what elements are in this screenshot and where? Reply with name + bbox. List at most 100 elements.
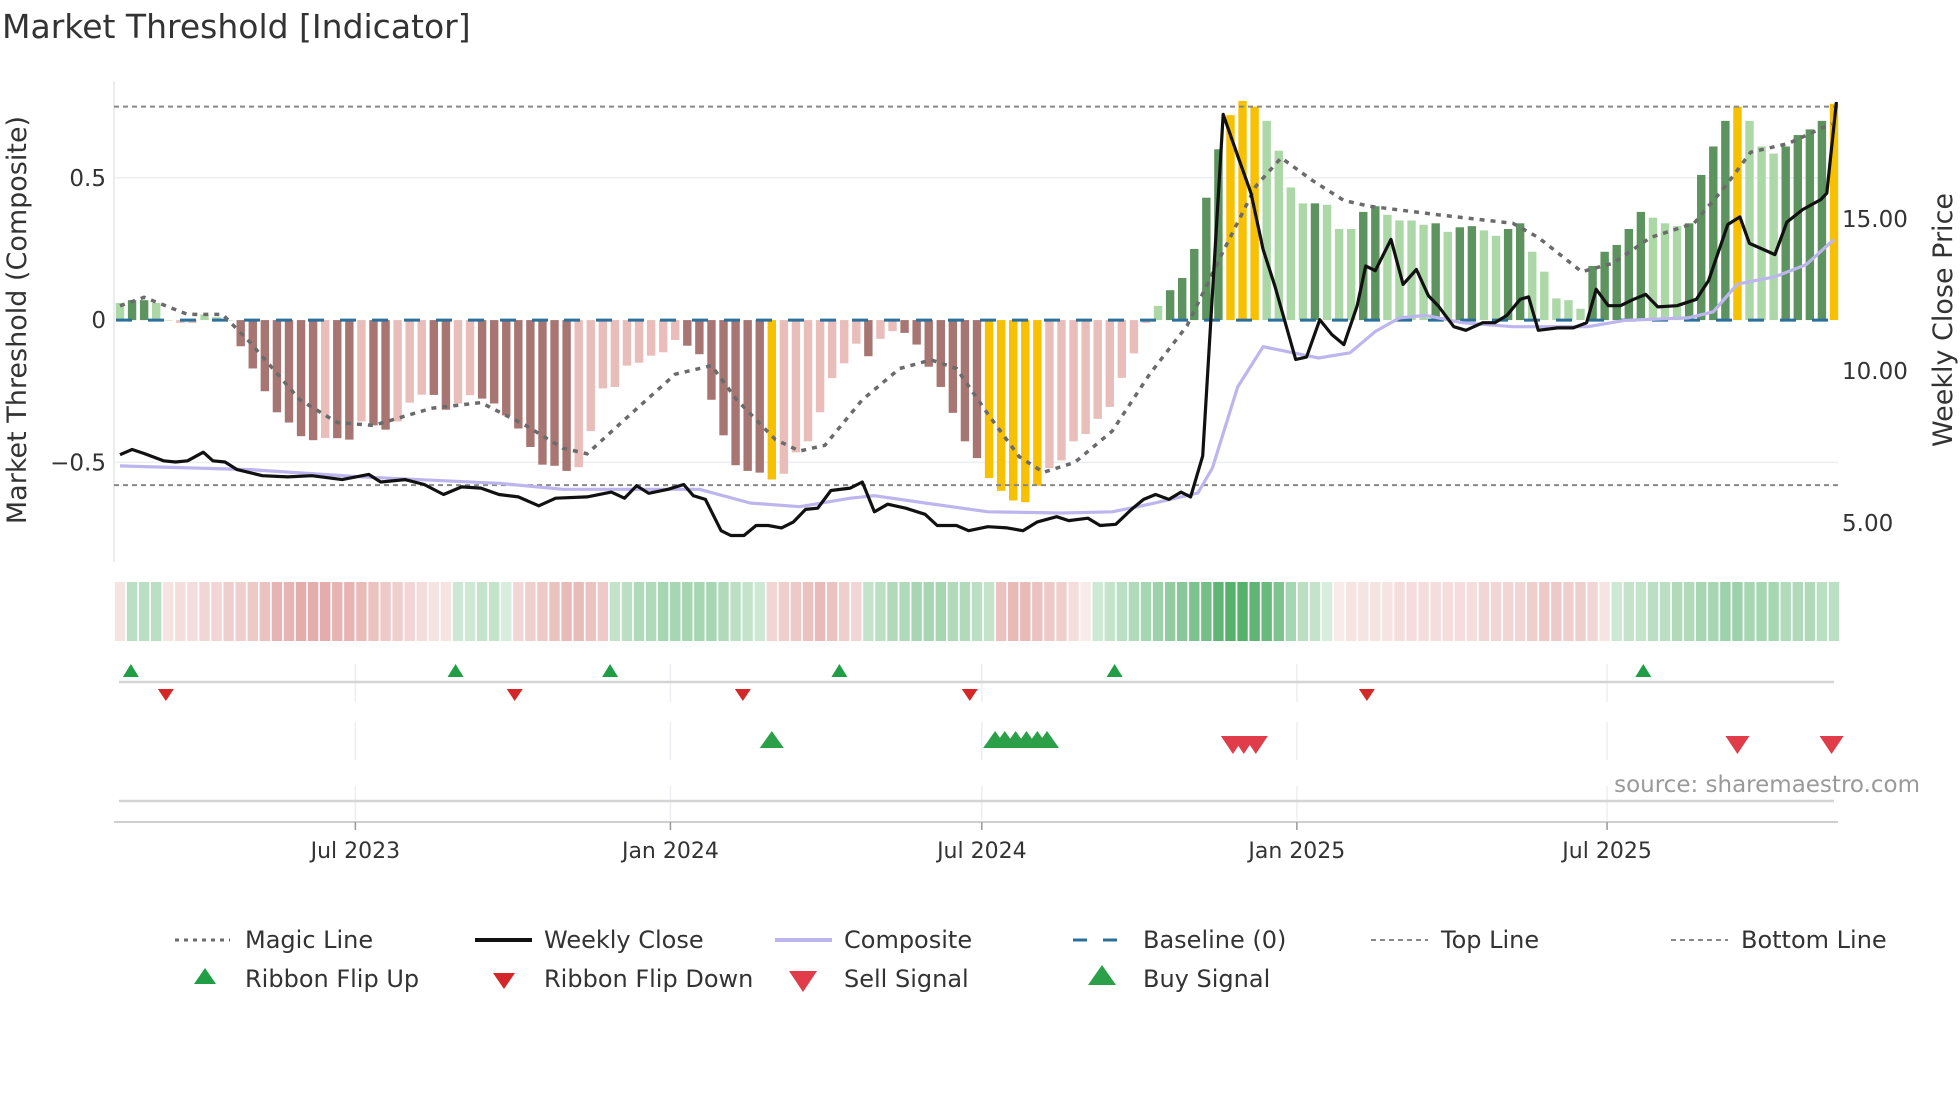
composite-bar [864, 320, 873, 357]
ribbon-cell [802, 582, 814, 641]
ribbon-cell [1225, 582, 1236, 641]
signal-markers [119, 664, 1844, 820]
ribbon-cell [537, 582, 548, 641]
ribbon-cell [1297, 582, 1309, 641]
composite-bar [260, 320, 270, 392]
ribbon-cell [501, 582, 512, 641]
composite-bar [658, 320, 668, 353]
ribbon-cell [1466, 582, 1478, 641]
composite-bar [803, 320, 813, 442]
legend-item-sell-signal: Sell Signal [789, 965, 969, 993]
ribbon-cell [1140, 582, 1152, 641]
ribbon-cell [332, 582, 343, 641]
composite-bar [852, 320, 861, 344]
ribbon-flip-up-marker [447, 664, 464, 677]
sell-signal-marker [1725, 736, 1750, 754]
ribbon-cell [1116, 582, 1128, 641]
ribbon-cell [1189, 582, 1200, 641]
ribbon-flip-down-marker [1358, 689, 1375, 701]
ribbon-cell [730, 582, 741, 641]
composite-bar [405, 320, 414, 403]
ribbon-cell [1345, 582, 1357, 641]
market-threshold-chart: Market Threshold [Indicator] Market Thre… [2, 7, 1959, 993]
composite-bar [1190, 248, 1199, 321]
composite-bar [960, 320, 970, 442]
ribbon-cell [826, 582, 838, 641]
legend-label: Baseline (0) [1143, 926, 1286, 954]
composite-bar [1298, 203, 1308, 321]
composite-bar [900, 320, 909, 333]
ribbon-cell [597, 582, 609, 641]
legend-label: Weekly Close [544, 926, 704, 954]
ribbon-cell [1611, 582, 1622, 641]
composite-bar [827, 320, 837, 379]
composite-bar [1069, 320, 1078, 442]
ribbon-cell [404, 582, 415, 641]
left-tick-label: 0 [91, 308, 106, 334]
ribbon-cell [1128, 582, 1140, 641]
legend-label: Top Line [1440, 926, 1539, 954]
ribbon-cell [549, 582, 560, 641]
composite-bar [1383, 214, 1392, 321]
left-axis-label: Market Threshold (Composite) [2, 116, 33, 524]
composite-bar [429, 320, 439, 395]
composite-bar [1057, 320, 1066, 461]
composite-bar [1009, 320, 1018, 501]
composite-bar [924, 320, 933, 367]
ribbon-cell [995, 582, 1007, 641]
composite-bar [574, 320, 583, 468]
ribbon-cell [476, 582, 488, 641]
composite-bar [1322, 204, 1332, 321]
ribbon-cell [1780, 582, 1791, 641]
ribbon-cell [670, 582, 681, 641]
ribbon-flip-down-marker [157, 689, 174, 701]
ribbon-cell [1623, 582, 1635, 641]
source-note: source: sharemaestro.com [1614, 772, 1920, 798]
composite-bar [1600, 251, 1609, 321]
composite-bar [815, 320, 825, 413]
legend-label: Magic Line [245, 926, 373, 954]
composite-bar [1177, 277, 1187, 321]
ribbon-cell [645, 582, 657, 641]
ribbon-cell [380, 582, 391, 641]
ribbon-cell [1406, 582, 1417, 641]
composite-bar [1033, 320, 1042, 486]
ribbon-cell [259, 582, 271, 641]
ribbon-strip [114, 582, 1840, 641]
ribbon-cell [1478, 582, 1490, 641]
composite-bar [1443, 231, 1452, 321]
ribbon-cell [1176, 582, 1188, 641]
composite-bars [115, 100, 1839, 503]
composite-bar [996, 320, 1006, 491]
ribbon-cell [319, 582, 331, 641]
ribbon-cell [187, 582, 198, 641]
ribbon-flip-up-marker [1635, 664, 1652, 677]
composite-bar [779, 320, 789, 474]
composite-bar [514, 320, 523, 429]
ribbon-cell [911, 582, 922, 641]
composite-bar [671, 320, 680, 340]
composite-bar [369, 320, 378, 426]
composite-bar [538, 320, 547, 465]
legend-label: Bottom Line [1741, 926, 1887, 954]
legend-item-weekly-close: Weekly Close [475, 926, 704, 954]
ribbon-cell [1635, 582, 1647, 641]
ribbon-cell [392, 582, 403, 641]
composite-bar [984, 320, 994, 479]
ribbon-cell [1333, 582, 1345, 641]
composite-bar [1165, 290, 1175, 321]
composite-bar [1238, 100, 1247, 321]
composite-bar [755, 320, 764, 473]
composite-bar [1045, 320, 1054, 469]
ribbon-cell [561, 582, 572, 641]
composite-bar [453, 320, 463, 404]
ribbon-cell [163, 582, 174, 641]
legend-label: Composite [844, 926, 972, 954]
composite-bar [1334, 229, 1344, 321]
composite-bar [1624, 229, 1634, 321]
composite-bar [622, 320, 632, 366]
ribbon-cell [1394, 582, 1405, 641]
x-tick-label: Jan 2025 [1246, 839, 1345, 864]
composite-bar [1286, 187, 1296, 321]
ribbon-cell [1792, 582, 1803, 641]
